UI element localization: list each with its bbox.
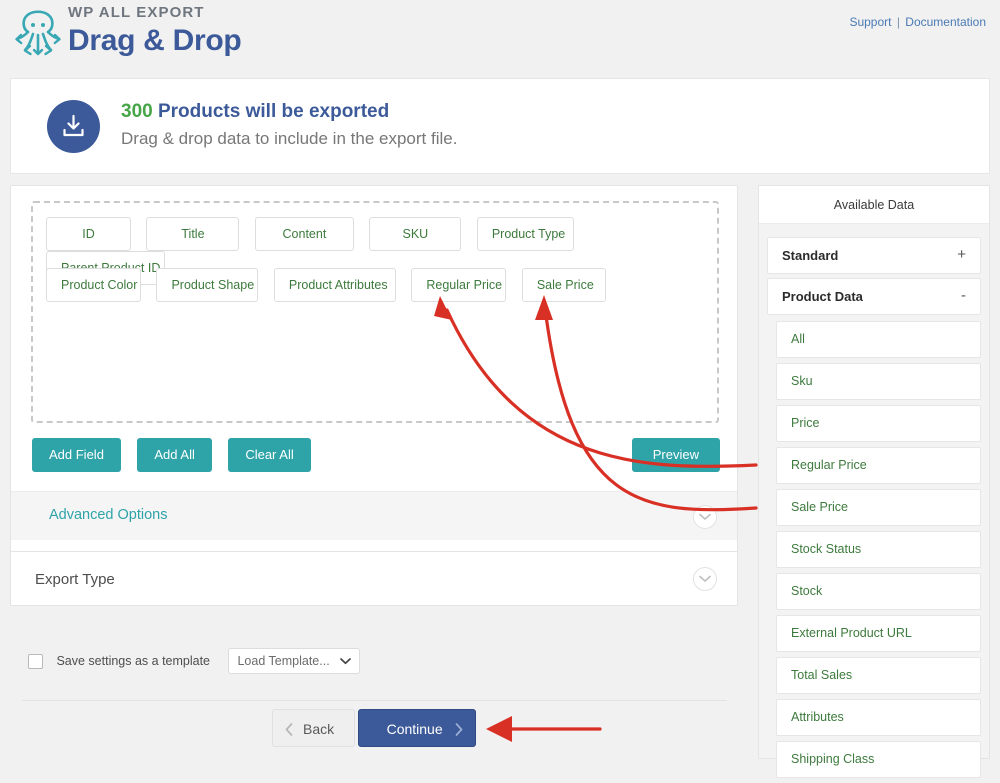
field-tile-regular-price[interactable]: Regular Price — [411, 268, 507, 302]
advanced-options-label[interactable]: Advanced Options — [49, 507, 168, 523]
field-tile-content[interactable]: Content — [254, 217, 354, 251]
load-template-value: Load Template... — [237, 654, 330, 668]
list-item[interactable]: Stock Status — [776, 531, 981, 568]
load-template-select[interactable]: Load Template... — [228, 648, 361, 674]
add-all-button[interactable]: Add All — [137, 438, 212, 472]
sidebar-section-product-data-label: Product Data — [782, 289, 863, 304]
field-tile-product-shape[interactable]: Product Shape — [156, 268, 259, 302]
list-item[interactable]: All — [776, 321, 981, 358]
available-data-sidebar: Available Data Standard + Product Data -… — [758, 185, 990, 778]
minus-icon[interactable]: - — [961, 287, 966, 304]
add-field-button[interactable]: Add Field — [32, 438, 121, 472]
sidebar-section-standard[interactable]: Standard + — [767, 237, 981, 274]
field-tile-product-color[interactable]: Product Color — [46, 268, 141, 302]
page-title: Drag & Drop — [68, 24, 242, 57]
list-item[interactable]: Regular Price — [776, 447, 981, 484]
continue-button-label: Continue — [386, 721, 443, 737]
field-tile-sale-price[interactable]: Sale Price — [521, 268, 606, 302]
list-item[interactable]: Attributes — [776, 699, 981, 736]
list-item[interactable]: External Product URL — [776, 615, 981, 652]
export-type-card[interactable]: Export Type — [10, 551, 738, 606]
chevron-down-icon — [340, 658, 352, 665]
list-item[interactable]: Shipping Class — [776, 741, 981, 778]
brand-block: WP ALL EXPORT Drag & Drop — [68, 4, 242, 58]
export-notice-card: 300 Products will be exported Drag & dro… — [10, 78, 990, 174]
clear-all-button[interactable]: Clear All — [228, 438, 311, 472]
export-type-label: Export Type — [35, 571, 115, 588]
list-item[interactable]: Stock — [776, 573, 981, 610]
list-item[interactable]: Sku — [776, 363, 981, 400]
template-settings-row: Save settings as a template Load Templat… — [28, 648, 361, 674]
list-item[interactable]: Price — [776, 405, 981, 442]
footer-divider — [22, 700, 727, 701]
notice-headline-rest: Products will be exported — [152, 101, 390, 122]
save-template-label: Save settings as a template — [56, 654, 211, 668]
drag-drop-panel: ID Title Content SKU Product Type Parent… — [10, 185, 738, 603]
field-tile-product-attributes[interactable]: Product Attributes — [273, 268, 396, 302]
notice-subline: Drag & drop data to include in the expor… — [121, 129, 458, 148]
field-tile-title[interactable]: Title — [146, 217, 240, 251]
export-fields-dropzone[interactable]: ID Title Content SKU Product Type Parent… — [31, 201, 719, 423]
field-row-2: Product Color Product Shape Product Attr… — [46, 268, 617, 302]
field-tile-product-type[interactable]: Product Type — [476, 217, 574, 251]
wizard-nav: Back Continue — [272, 709, 476, 747]
save-template-checkbox[interactable] — [28, 653, 43, 669]
chevron-right-icon — [455, 723, 462, 736]
link-separator: | — [896, 15, 900, 29]
chevron-left-icon — [285, 723, 293, 736]
notice-headline: 300 Products will be exported — [121, 101, 389, 123]
sidebar-title: Available Data — [759, 186, 989, 224]
chevron-down-icon[interactable] — [693, 567, 717, 591]
continue-button[interactable]: Continue — [357, 709, 476, 747]
footer-area: Save settings as a template Load Templat… — [10, 620, 738, 759]
preview-button[interactable]: Preview — [631, 438, 720, 472]
sidebar-section-standard-label: Standard — [782, 248, 839, 263]
export-count: 300 — [121, 101, 153, 122]
documentation-link[interactable]: Documentation — [905, 15, 986, 29]
field-tile-id[interactable]: ID — [46, 217, 131, 251]
back-button-label: Back — [303, 721, 335, 737]
list-item[interactable]: Total Sales — [776, 657, 981, 694]
chevron-down-icon[interactable] — [693, 505, 717, 529]
download-icon — [47, 100, 100, 153]
dropzone-actions: Add Field Add All Clear All Preview — [32, 438, 720, 474]
support-link[interactable]: Support — [849, 15, 891, 29]
brand-subtitle: WP ALL EXPORT — [68, 4, 205, 21]
available-data-list: All Sku Price Regular Price Sale Price S… — [776, 321, 988, 783]
list-item[interactable]: Sale Price — [776, 489, 981, 526]
octopus-icon — [10, 6, 66, 60]
field-tile-sku[interactable]: SKU — [369, 217, 462, 251]
advanced-options-bar[interactable]: Advanced Options — [11, 491, 737, 540]
header-links: Support | Documentation — [849, 15, 986, 29]
plus-icon[interactable]: + — [957, 246, 966, 263]
app-header: WP ALL EXPORT Drag & Drop Support | Docu… — [0, 0, 1000, 66]
sidebar-section-product-data[interactable]: Product Data - — [767, 278, 981, 315]
back-button[interactable]: Back — [272, 709, 356, 747]
